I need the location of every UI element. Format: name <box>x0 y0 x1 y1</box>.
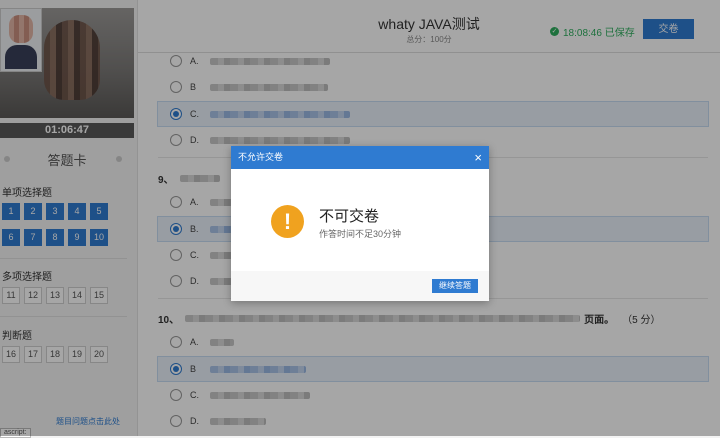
dialog-title: 不允许交卷 <box>238 152 284 162</box>
close-icon[interactable]: × <box>474 146 482 169</box>
dialog-header: 不允许交卷 × <box>231 146 489 169</box>
cannot-submit-dialog: 不允许交卷 × ! 不可交卷 作答时间不足30分钟 继续答题 <box>231 146 489 301</box>
warning-icon: ! <box>271 205 304 238</box>
continue-answering-button[interactable]: 继续答题 <box>432 279 478 293</box>
dialog-body: ! 不可交卷 作答时间不足30分钟 <box>231 169 489 271</box>
dialog-heading: 不可交卷 <box>319 208 380 225</box>
dialog-footer: 继续答题 <box>231 271 489 301</box>
dialog-message: 作答时间不足30分钟 <box>319 229 402 239</box>
